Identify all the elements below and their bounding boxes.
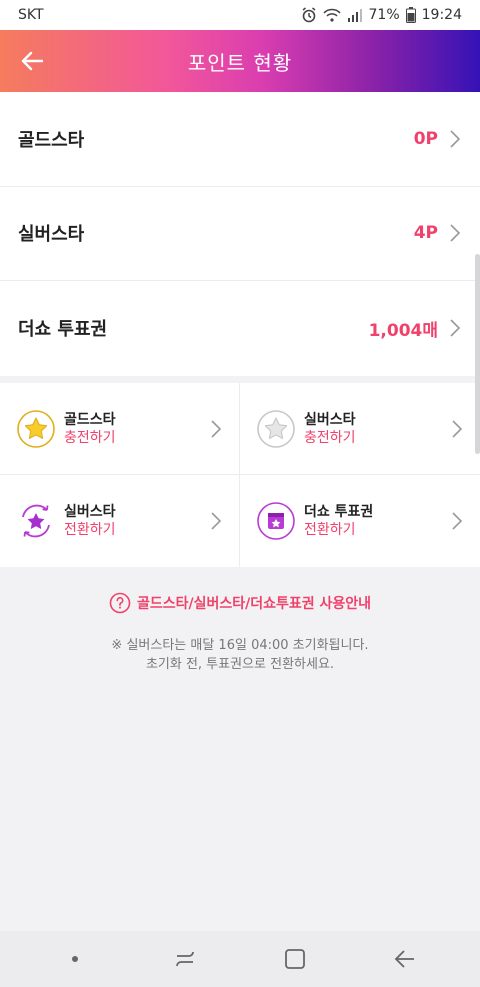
carrier-label: SKT (18, 7, 44, 23)
battery-icon (405, 7, 416, 23)
dot-icon (72, 956, 78, 962)
silver-star-icon (257, 409, 295, 448)
point-row-silver-star[interactable]: 실버스타 4P (0, 187, 480, 281)
convert-vote-ticket-button[interactable]: 더쇼 투표권 전환하기 (240, 475, 480, 567)
action-title: 골드스타 (64, 411, 116, 428)
alarm-icon (302, 7, 315, 23)
action-title: 실버스타 (304, 411, 356, 428)
system-nav-bar (0, 931, 480, 987)
back-nav-button[interactable] (385, 939, 425, 979)
chevron-right-icon (450, 224, 461, 242)
ticket-convert-icon (257, 502, 295, 540)
point-label: 골드스타 (18, 129, 85, 151)
home-button[interactable] (275, 939, 315, 979)
action-subtitle: 전환하기 (64, 522, 116, 538)
charge-gold-star-button[interactable]: 골드스타 충전하기 (0, 383, 240, 475)
scrollbar[interactable] (475, 254, 480, 454)
recent-apps-button[interactable] (165, 939, 205, 979)
notice-line: ※ 실버스타는 매달 16일 04:00 초기화됩니다. (111, 638, 369, 653)
reset-notice: ※ 실버스타는 매달 16일 04:00 초기화됩니다. 초기화 전, 투표권으… (0, 636, 480, 674)
action-title: 더쇼 투표권 (304, 504, 374, 520)
gold-star-icon (17, 409, 55, 448)
chevron-right-icon (450, 319, 461, 337)
status-bar: SKT 71% 19:24 (0, 0, 480, 30)
back-button[interactable] (14, 43, 50, 79)
recent-apps-icon (176, 951, 194, 967)
action-grid: 골드스타 충전하기 실버스타 충전하기 실버스타 전환하기 더쇼 투표권 전환하… (0, 383, 480, 567)
charge-silver-star-button[interactable]: 실버스타 충전하기 (240, 383, 480, 475)
point-label: 더쇼 투표권 (18, 319, 108, 341)
point-value: 0P (413, 128, 438, 149)
chevron-right-icon (452, 419, 463, 438)
star-convert-icon (22, 504, 50, 538)
battery-percent: 71% (368, 7, 400, 23)
app-header: 포인트 현황 (0, 30, 480, 92)
action-title: 실버스타 (64, 504, 116, 520)
point-row-gold-star[interactable]: 골드스타 0P (0, 92, 480, 187)
chevron-right-icon (452, 512, 463, 530)
status-right: 71% 19:24 (301, 7, 462, 23)
action-subtitle: 충전하기 (304, 429, 356, 446)
point-value: 4P (413, 223, 438, 244)
back-arrow-icon (21, 51, 43, 71)
point-row-vote-ticket[interactable]: 더쇼 투표권 1,004매 (0, 281, 480, 376)
notice-line: 초기화 전, 투표권으로 전환하세요. (145, 657, 335, 672)
usage-guide-link[interactable]: 골드스타/실버스타/더쇼투표권 사용안내 (0, 592, 480, 614)
clock: 19:24 (421, 7, 462, 23)
signal-icon (347, 9, 362, 22)
action-subtitle: 충전하기 (64, 429, 116, 446)
home-square-icon (285, 949, 305, 969)
page-title: 포인트 현황 (187, 50, 293, 75)
wifi-icon (322, 8, 341, 22)
action-subtitle: 전환하기 (304, 522, 356, 538)
convert-silver-star-button[interactable]: 실버스타 전환하기 (0, 475, 240, 567)
nav-dot-button[interactable] (55, 939, 95, 979)
chevron-right-icon (211, 419, 222, 438)
chevron-right-icon (450, 130, 461, 148)
point-label: 실버스타 (18, 224, 85, 246)
usage-guide-text: 골드스타/실버스타/더쇼투표권 사용안내 (136, 596, 372, 612)
chevron-right-icon (211, 512, 222, 530)
point-value: 1,004매 (368, 320, 438, 341)
question-circle-icon (109, 592, 131, 614)
back-arrow-icon (394, 950, 414, 968)
point-list: 골드스타 0P 실버스타 4P 더쇼 투표권 1,004매 (0, 92, 480, 376)
